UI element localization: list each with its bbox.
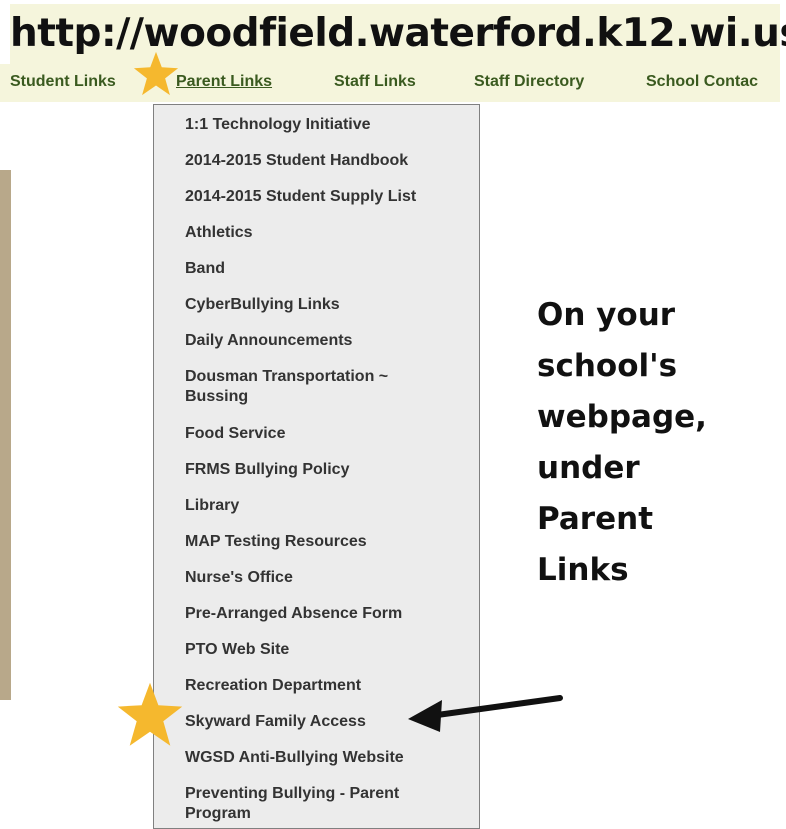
menu-item-preventing-bullying[interactable]: Preventing Bullying - Parent Program: [185, 784, 445, 824]
menu-item-food-service[interactable]: Food Service: [185, 424, 475, 444]
nav-student-links[interactable]: Student Links: [10, 73, 116, 91]
menu-item-library[interactable]: Library: [185, 496, 475, 516]
menu-item-map-testing[interactable]: MAP Testing Resources: [185, 532, 475, 552]
menu-item-technology-initiative[interactable]: 1:1 Technology Initiative: [185, 115, 475, 135]
nav-bar: Student Links Parent Links Staff Links S…: [0, 64, 780, 102]
menu-item-nurses-office[interactable]: Nurse's Office: [185, 568, 475, 588]
page-edge-decoration: [0, 170, 11, 700]
menu-item-bullying-policy[interactable]: FRMS Bullying Policy: [185, 460, 475, 480]
arrow-icon: [408, 695, 563, 732]
nav-school-contact[interactable]: School Contac: [646, 73, 758, 91]
menu-item-athletics[interactable]: Athletics: [185, 223, 475, 243]
star-icon: [117, 682, 183, 746]
menu-item-daily-announcements[interactable]: Daily Announcements: [185, 331, 475, 351]
menu-item-transportation[interactable]: Dousman Transportation ~ Bussing: [185, 367, 435, 407]
nav-staff-directory[interactable]: Staff Directory: [474, 73, 584, 91]
star-icon: [133, 51, 179, 96]
menu-item-supply-list[interactable]: 2014-2015 Student Supply List: [185, 187, 475, 207]
menu-item-student-handbook[interactable]: 2014-2015 Student Handbook: [185, 151, 475, 171]
nav-staff-links[interactable]: Staff Links: [334, 73, 416, 91]
url-title: http://woodfield.waterford.k12.wi.us: [10, 4, 786, 64]
menu-item-pto-website[interactable]: PTO Web Site: [185, 640, 475, 660]
menu-item-band[interactable]: Band: [185, 259, 475, 279]
menu-item-anti-bullying-website[interactable]: WGSD Anti-Bullying Website: [185, 748, 475, 768]
nav-parent-links[interactable]: Parent Links: [176, 73, 272, 91]
annotation-text: On your school's webpage, under Parent L…: [537, 297, 707, 588]
menu-item-absence-form[interactable]: Pre-Arranged Absence Form: [185, 604, 475, 624]
menu-item-cyberbullying-links[interactable]: CyberBullying Links: [185, 295, 475, 315]
